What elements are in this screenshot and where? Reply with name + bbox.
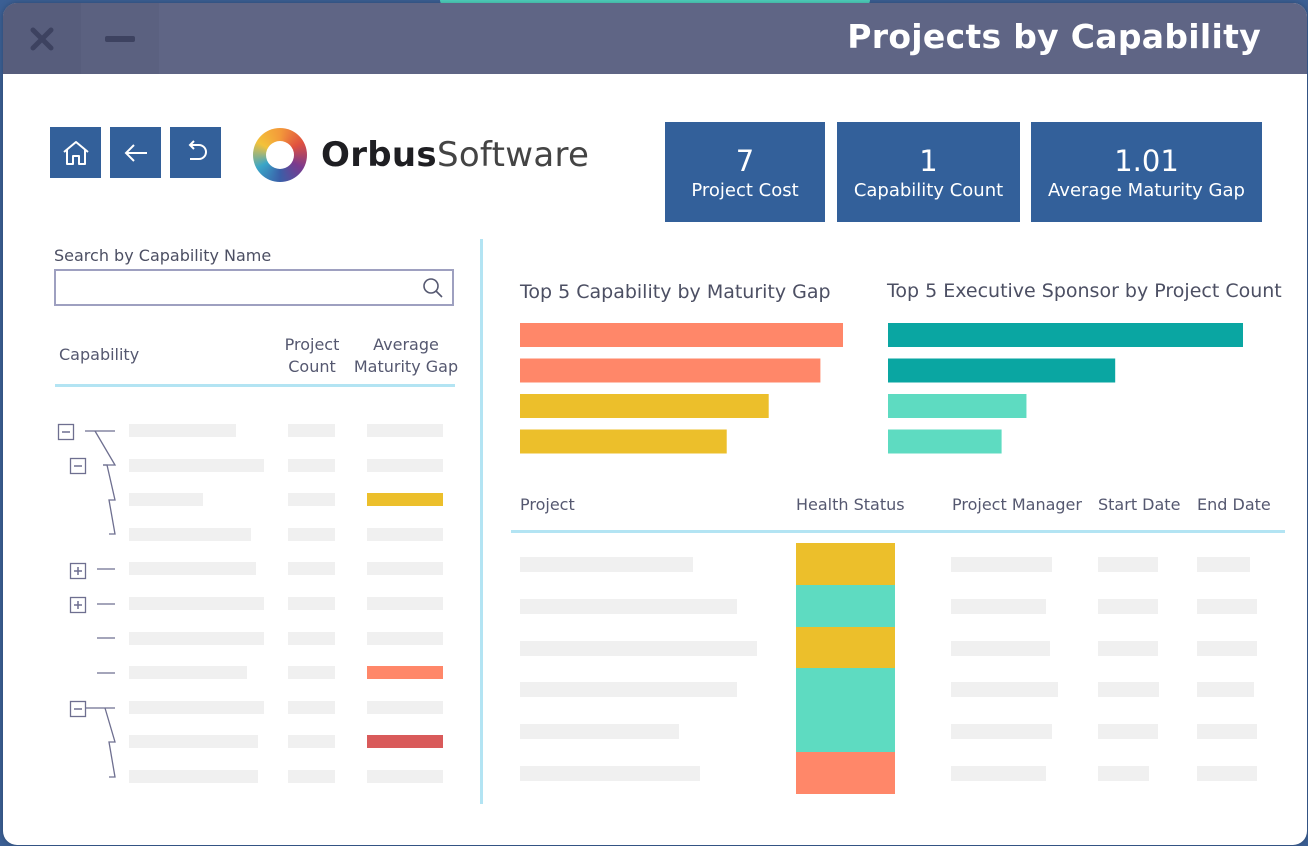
project-count-cell — [288, 493, 335, 507]
health-status-cell — [796, 626, 895, 669]
start-date-cell — [1098, 640, 1158, 656]
project-count-cell — [288, 735, 335, 749]
project-count-cell — [288, 700, 335, 714]
project-count-cell — [288, 597, 335, 610]
expand-icon[interactable] — [69, 562, 87, 580]
sponsor-bar[interactable] — [888, 323, 1243, 347]
maturity-gap-cell — [367, 493, 443, 507]
project-name-cell — [520, 724, 679, 740]
maturity-gap-bar[interactable] — [520, 323, 843, 347]
end-date-cell — [1197, 598, 1257, 614]
maturity-gap-cell — [367, 597, 443, 610]
start-date-cell — [1098, 557, 1158, 572]
project-manager-cell — [951, 724, 1052, 740]
capability-name-cell — [129, 666, 247, 680]
project-count-cell — [288, 562, 335, 576]
column-header-project-manager[interactable]: Project Manager — [952, 495, 1082, 514]
project-manager-cell — [951, 682, 1058, 698]
sponsor-bar[interactable] — [888, 429, 1002, 454]
maturity-gap-bar[interactable] — [520, 394, 769, 418]
end-date-cell — [1197, 766, 1257, 781]
start-date-cell — [1098, 682, 1159, 698]
capability-name-cell — [129, 527, 251, 541]
project-name-cell — [520, 766, 700, 781]
capability-name-cell — [129, 597, 264, 610]
maturity-gap-cell — [367, 631, 443, 645]
start-date-cell — [1098, 598, 1158, 614]
maturity-gap-bar[interactable] — [520, 358, 821, 383]
project-manager-cell — [951, 598, 1046, 614]
column-header-start-date[interactable]: Start Date — [1098, 495, 1180, 514]
end-date-cell — [1197, 640, 1257, 656]
end-date-cell — [1197, 682, 1254, 698]
sponsor-bar[interactable] — [888, 394, 1027, 418]
maturity-gap-cell — [367, 666, 443, 680]
health-status-cell — [796, 584, 895, 627]
sponsor-bar[interactable] — [888, 358, 1116, 383]
projects-header-divider — [511, 530, 1285, 533]
column-header-end-date[interactable]: End Date — [1197, 495, 1271, 514]
health-status-cell — [796, 543, 895, 585]
maturity-gap-cell — [367, 770, 443, 783]
project-count-cell — [288, 527, 335, 541]
end-date-cell — [1197, 724, 1257, 740]
collapse-icon[interactable] — [69, 700, 87, 718]
project-manager-cell — [951, 557, 1052, 572]
capability-name-cell — [129, 700, 264, 714]
health-status-cell — [796, 710, 895, 753]
project-name-cell — [520, 598, 737, 614]
start-date-cell — [1098, 766, 1149, 781]
maturity-gap-cell — [367, 700, 443, 714]
capability-name-cell — [129, 562, 256, 576]
column-header-project[interactable]: Project — [520, 495, 575, 514]
project-manager-cell — [951, 640, 1050, 656]
maturity-gap-cell — [367, 735, 443, 749]
project-name-cell — [520, 640, 757, 656]
project-count-cell — [288, 631, 335, 645]
column-header-health-status[interactable]: Health Status — [796, 495, 905, 514]
tree-connector-lines — [85, 430, 117, 778]
maturity-gap-cell — [367, 527, 443, 541]
top5-charts — [520, 323, 1243, 454]
end-date-cell — [1197, 557, 1250, 572]
project-count-cell — [288, 666, 335, 680]
project-count-cell — [288, 770, 335, 783]
health-status-cell — [796, 668, 895, 711]
project-manager-cell — [951, 766, 1046, 781]
expand-icon[interactable] — [69, 596, 87, 614]
capability-name-cell — [129, 735, 258, 749]
capability-name-cell — [129, 631, 264, 645]
capability-name-cell — [129, 770, 258, 783]
project-name-cell — [520, 557, 693, 572]
app-window: Projects by Capability OrbusSoftware 7 P… — [3, 3, 1307, 845]
start-date-cell — [1098, 724, 1158, 740]
health-status-cell — [796, 752, 895, 794]
capability-name-cell — [129, 493, 203, 507]
maturity-gap-bar[interactable] — [520, 429, 727, 454]
maturity-gap-cell — [367, 562, 443, 576]
project-name-cell — [520, 682, 737, 698]
